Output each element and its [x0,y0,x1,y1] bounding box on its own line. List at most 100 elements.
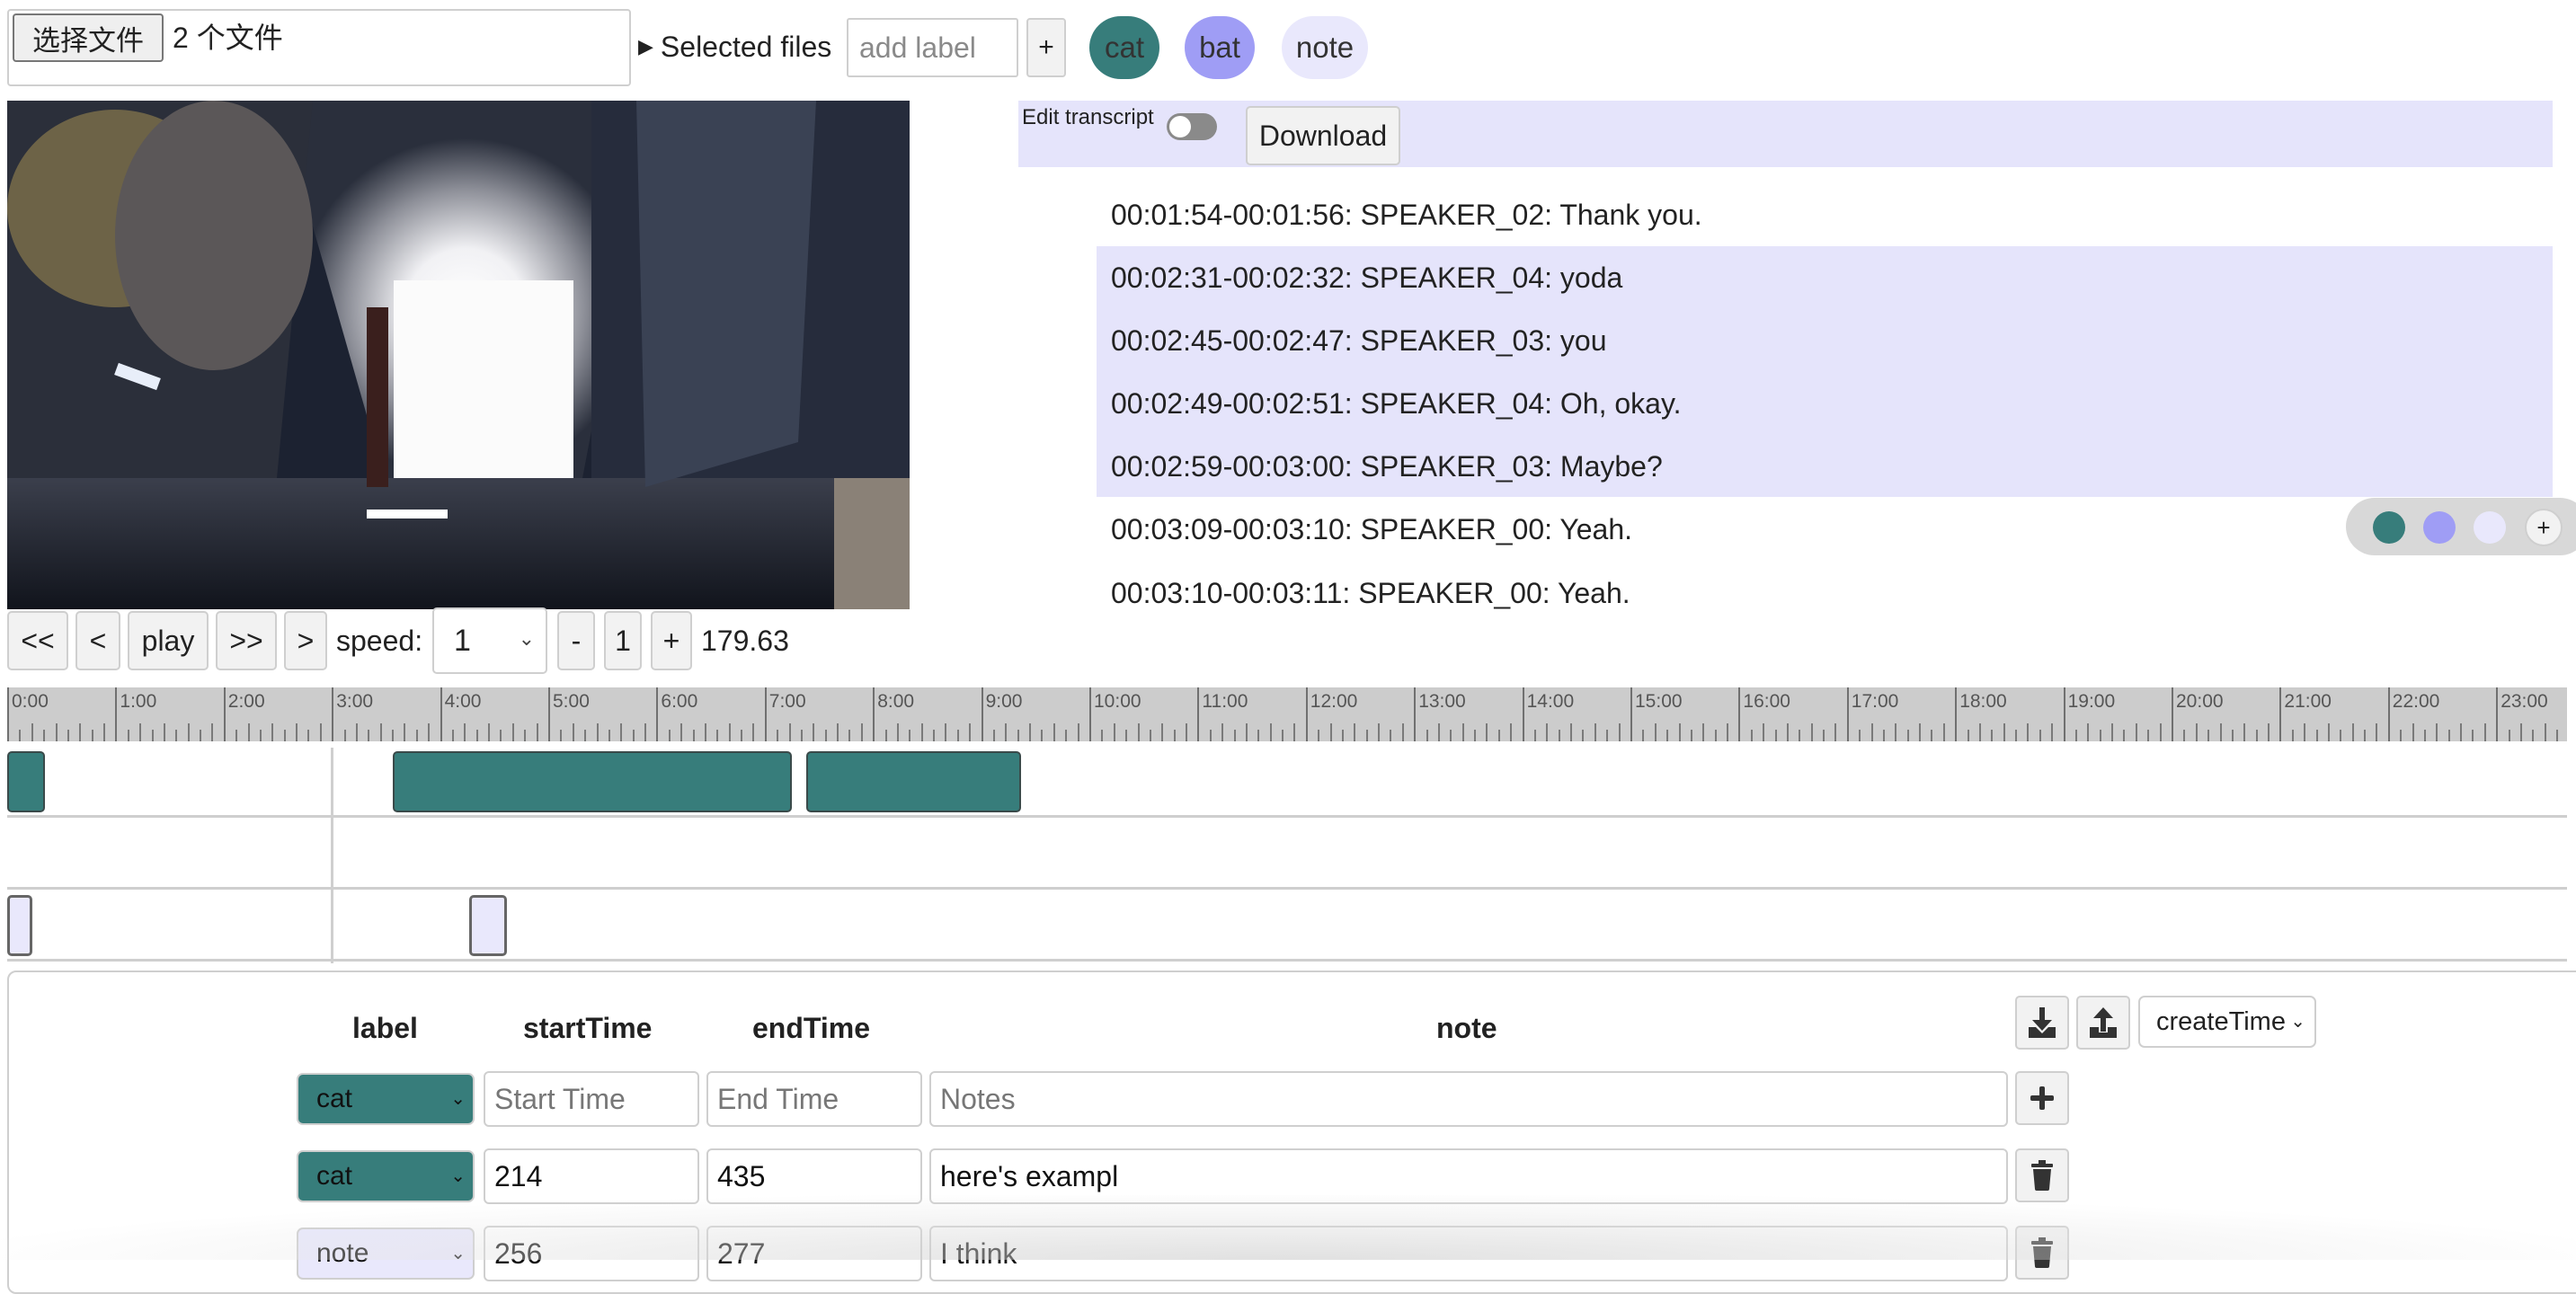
delete-annotation-button[interactable] [2015,1226,2069,1280]
step-minus-button[interactable]: - [557,611,595,670]
label-pill-text: cat [1104,31,1145,64]
row-label-select[interactable]: cat ⌄ [297,1150,475,1202]
add-label-button[interactable]: + [1026,18,1066,77]
ruler-minor-tick [296,723,298,741]
sort-select[interactable]: createTime ⌄ [2138,996,2316,1048]
transcript-line[interactable]: 00:02:45-00:02:47: SPEAKER_03: you [1111,323,1607,359]
ruler-minor-tick [428,723,431,741]
forward-button[interactable]: > [284,611,327,670]
row-notes-input[interactable] [929,1226,2008,1281]
ruler-minor-tick [2207,730,2210,741]
timeline-ruler[interactable]: 0:00 1:00 2:00 3:00 4:00 5:00 6:00 7:00 8:00 9:00… [7,687,2567,741]
segment-cat[interactable] [805,751,1021,812]
track-note[interactable] [7,890,2567,962]
edit-transcript-label: Edit transcript [1022,105,1154,129]
ruler-minor-tick [2268,723,2270,741]
ruler-minor-tick [1173,730,1176,741]
palette-add-button[interactable]: + [2525,509,2563,546]
segment-cat[interactable] [393,751,792,812]
ruler-minor-tick [464,723,466,741]
video-player[interactable] [7,101,910,609]
ruler-minor-tick [151,730,154,741]
new-end-time-input[interactable] [706,1071,922,1127]
ruler-minor-tick [837,723,839,741]
ruler-minor-tick [680,723,683,741]
ruler-minor-tick [2135,723,2137,741]
selected-files-toggle[interactable]: ▶ Selected files [638,27,831,66]
playhead[interactable] [331,748,334,963]
transcript-line[interactable]: 00:01:54-00:01:56: SPEAKER_02: Thank you… [1111,197,1702,233]
ruler-tick-label: 1:00 [120,691,157,712]
ruler-minor-tick [752,723,755,741]
new-row-label-select[interactable]: cat ⌄ [297,1073,475,1125]
color-swatch-bat[interactable] [2423,511,2456,544]
row-end-time-input[interactable] [706,1226,922,1281]
upload-annotations-button[interactable] [2076,996,2130,1050]
header-end-time: endTime [752,1012,870,1044]
ruler-minor-tick [2219,723,2222,741]
trash-icon [2031,1160,2053,1191]
transcript-line[interactable]: 00:02:49-00:02:51: SPEAKER_04: Oh, okay. [1111,386,1681,421]
speed-select[interactable]: 1 ⌄ [432,607,547,674]
step-plus-button[interactable]: + [651,611,692,670]
color-swatch-note[interactable] [2474,511,2506,544]
download-transcript-button[interactable]: Download [1246,106,1400,165]
play-button[interactable]: play [128,611,209,670]
ruler-tick-label: 21:00 [2284,691,2332,712]
forward-fast-button[interactable]: >> [216,611,277,670]
segment-note[interactable] [7,895,33,956]
ruler-minor-tick [824,730,827,741]
row-notes-input[interactable] [929,1148,2008,1204]
ruler-minor-tick [139,723,142,741]
ruler-minor-tick [79,723,82,741]
ruler-minor-tick [1919,723,1922,741]
ruler-minor-tick [728,723,731,741]
add-label-input[interactable] [847,18,1018,77]
row-end-time-input[interactable] [706,1148,922,1204]
download-annotations-button[interactable] [2015,996,2069,1050]
ruler-minor-tick [1437,723,1440,741]
row-start-time-input[interactable] [484,1226,699,1281]
track-bat[interactable] [7,818,2567,890]
ruler-minor-tick [2315,730,2318,741]
ruler-minor-tick [1714,730,1717,741]
new-start-time-input[interactable] [484,1071,699,1127]
ruler-minor-tick [1269,723,1272,741]
rewind-button[interactable]: < [76,611,120,670]
ruler-minor-tick [560,730,563,741]
step-value: 1 [604,611,642,670]
choose-file-button[interactable]: 选择文件 [13,13,164,62]
new-notes-input[interactable] [929,1071,2008,1127]
ruler-minor-tick [1510,723,1513,741]
transcript-line[interactable]: 00:03:10-00:03:11: SPEAKER_00: Yeah. [1111,575,1630,611]
ruler-minor-tick [1221,723,1224,741]
sort-value: createTime [2156,1006,2286,1036]
label-pill-note[interactable]: note [1282,16,1368,79]
ruler-minor-tick [956,730,959,741]
ruler-minor-tick [55,723,58,741]
transcript-line[interactable]: 00:02:59-00:03:00: SPEAKER_03: Maybe? [1111,448,1663,484]
segment-cat[interactable] [7,751,46,812]
header-label: label [352,1012,418,1044]
row-start-time-input[interactable] [484,1148,699,1204]
ruler-minor-tick [2099,730,2101,741]
ruler-minor-tick [1763,723,1765,741]
segment-note[interactable] [468,895,507,956]
delete-annotation-button[interactable] [2015,1148,2069,1202]
edit-transcript-toggle[interactable] [1167,113,1217,140]
ruler-tick-label: 4:00 [444,691,482,712]
row-label-select[interactable]: note ⌄ [297,1228,475,1280]
transcript-line[interactable]: 00:02:31-00:02:32: SPEAKER_04: yoda [1111,260,1622,296]
ruler-major-tick [2172,687,2173,741]
label-pill-cat[interactable]: cat [1089,16,1159,79]
ruler-minor-tick [1029,723,1032,741]
label-pill-bat[interactable]: bat [1185,16,1255,79]
rewind-fast-button[interactable]: << [7,611,68,670]
color-swatch-cat[interactable] [2373,511,2405,544]
add-annotation-button[interactable] [2015,1071,2069,1125]
ruler-major-tick [332,687,334,741]
disclosure-triangle-icon: ▶ [638,35,653,58]
transcript-line[interactable]: 00:03:09-00:03:10: SPEAKER_00: Yeah. [1111,511,1632,547]
ruler-major-tick [764,687,767,741]
track-cat[interactable] [7,746,2567,818]
